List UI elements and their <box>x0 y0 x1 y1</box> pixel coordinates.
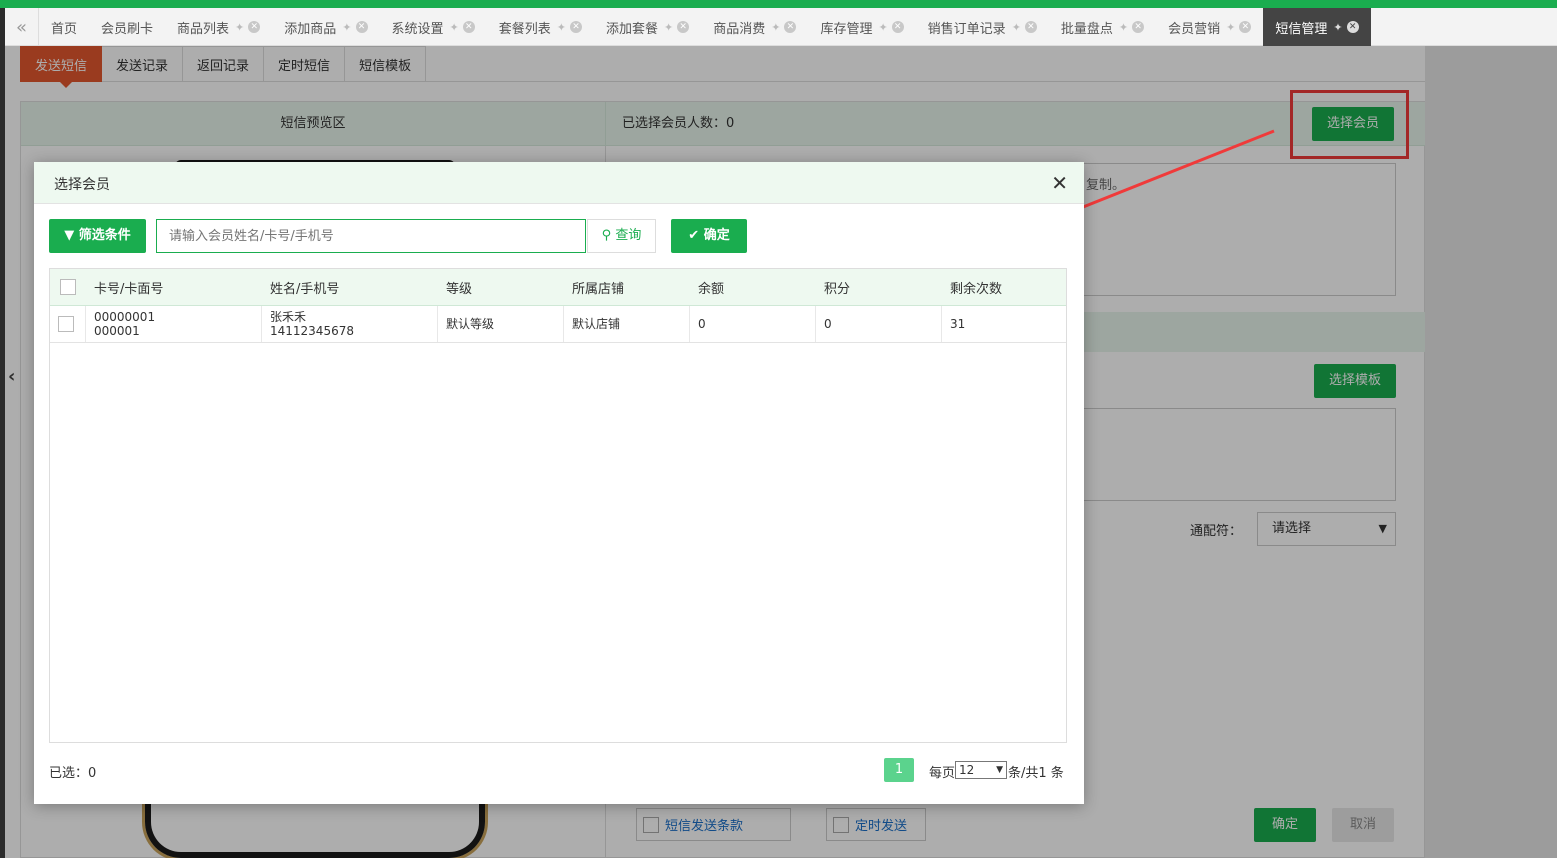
tab-product-consume[interactable]: 商品消费 ✦ ✕ <box>701 8 808 46</box>
cell-balance: 0 <box>690 306 816 342</box>
dialog-title: 选择会员 <box>54 177 110 193</box>
tab-member-marketing[interactable]: 会员营销 ✦ ✕ <box>1156 8 1263 46</box>
row-select-cell[interactable] <box>50 306 86 342</box>
close-icon[interactable]: ✕ <box>569 21 582 33</box>
member-search-input[interactable] <box>156 219 586 253</box>
search-icon: ⚲ <box>601 228 612 243</box>
select-all-cell[interactable] <box>52 269 86 305</box>
selected-count: 已选：0 <box>49 766 97 781</box>
col-name-phone: 姓名/手机号 <box>270 281 340 297</box>
member-table: 卡号/卡面号 姓名/手机号 等级 所属店铺 余额 积分 剩余次数 0000000… <box>49 268 1067 743</box>
tab-system-settings[interactable]: 系统设置 ✦ ✕ <box>380 8 487 46</box>
tab-product-list[interactable]: 商品列表 ✦ ✕ <box>165 8 272 46</box>
close-icon[interactable]: ✕ <box>677 21 690 33</box>
close-icon[interactable]: ✕ <box>462 21 475 33</box>
pin-icon[interactable]: ✦ <box>664 21 673 34</box>
pin-icon[interactable]: ✦ <box>235 21 244 34</box>
cell-name-phone: 张禾禾 14112345678 <box>262 306 438 342</box>
close-icon[interactable]: ✕ <box>1132 21 1145 33</box>
row-checkbox[interactable] <box>58 316 74 332</box>
query-button[interactable]: ⚲ 查询 <box>587 219 656 253</box>
page-size-select[interactable]: 12 ▼ <box>955 761 1007 779</box>
pin-icon[interactable]: ✦ <box>878 21 887 34</box>
top-accent-bar <box>0 0 1557 8</box>
chevron-down-icon: ▼ <box>996 765 1003 775</box>
filter-conditions-button[interactable]: ▼ 筛选条件 <box>49 219 146 253</box>
table-header: 卡号/卡面号 姓名/手机号 等级 所属店铺 余额 积分 剩余次数 <box>50 269 1066 306</box>
cell-store: 默认店铺 <box>564 306 690 342</box>
tab-scroll-left-icon[interactable]: « <box>5 8 39 46</box>
select-member-dialog: 选择会员 ✕ ▼ 筛选条件 ⚲ 查询 ✔ 确定 卡号/卡面号 姓名/手机号 等级… <box>34 162 1084 804</box>
close-icon[interactable]: ✕ <box>784 21 797 33</box>
tab-inventory[interactable]: 库存管理 ✦ ✕ <box>808 8 915 46</box>
tab-package-list[interactable]: 套餐列表 ✦ ✕ <box>487 8 594 46</box>
filter-icon: ▼ <box>64 228 75 243</box>
close-icon[interactable]: ✕ <box>355 21 368 33</box>
pin-icon[interactable]: ✦ <box>1119 21 1128 34</box>
pin-icon[interactable]: ✦ <box>1226 21 1235 34</box>
close-icon[interactable]: ✕ <box>891 21 904 33</box>
total-count: 条/共1 条 <box>1008 766 1064 781</box>
col-remaining: 剩余次数 <box>950 281 1003 297</box>
close-icon[interactable]: ✕ <box>248 21 261 33</box>
close-icon[interactable]: ✕ <box>1051 171 1068 195</box>
tab-sms-management[interactable]: 短信管理 ✦ ✕ <box>1263 8 1371 46</box>
table-row[interactable]: 00000001 000001 张禾禾 14112345678 默认等级 默认店… <box>50 306 1066 343</box>
col-store: 所属店铺 <box>572 281 625 297</box>
pin-icon[interactable]: ✦ <box>1333 21 1342 34</box>
cell-remaining: 31 <box>950 317 966 331</box>
pin-icon[interactable]: ✦ <box>342 21 351 34</box>
pin-icon[interactable]: ✦ <box>771 21 780 34</box>
page-button-current[interactable]: 1 <box>884 758 914 782</box>
dialog-ok-button[interactable]: ✔ 确定 <box>671 219 747 253</box>
tab-member-card[interactable]: 会员刷卡 <box>89 8 165 46</box>
tab-bar: « 首页 会员刷卡 商品列表 ✦ ✕ 添加商品 ✦ ✕ 系统设置 ✦ ✕ 套餐列表 ✦ ✕ 添加… <box>5 8 1557 46</box>
col-points: 积分 <box>824 281 851 297</box>
tab-add-package[interactable]: 添加套餐 ✦ ✕ <box>594 8 701 46</box>
tab-sales-orders[interactable]: 销售订单记录 ✦ ✕ <box>916 8 1049 46</box>
tab-home[interactable]: 首页 <box>39 8 89 46</box>
check-icon: ✔ <box>688 228 700 243</box>
tab-add-product[interactable]: 添加商品 ✦ ✕ <box>272 8 379 46</box>
close-icon[interactable]: ✕ <box>1024 21 1037 33</box>
cell-card-no: 00000001 000001 <box>86 306 262 342</box>
cell-level: 默认等级 <box>438 306 564 342</box>
close-icon[interactable]: ✕ <box>1346 21 1359 33</box>
pin-icon[interactable]: ✦ <box>450 21 459 34</box>
col-card-no: 卡号/卡面号 <box>94 281 164 297</box>
tab-batch-stocktake[interactable]: 批量盘点 ✦ ✕ <box>1049 8 1156 46</box>
per-page-label: 每页 <box>929 766 956 781</box>
close-icon[interactable]: ✕ <box>1239 21 1252 33</box>
dialog-header: 选择会员 ✕ <box>34 162 1084 204</box>
col-balance: 余额 <box>698 281 725 297</box>
col-level: 等级 <box>446 281 473 297</box>
cell-points: 0 <box>816 306 942 342</box>
pin-icon[interactable]: ✦ <box>557 21 566 34</box>
select-all-checkbox[interactable] <box>60 279 76 295</box>
pin-icon[interactable]: ✦ <box>1012 21 1021 34</box>
